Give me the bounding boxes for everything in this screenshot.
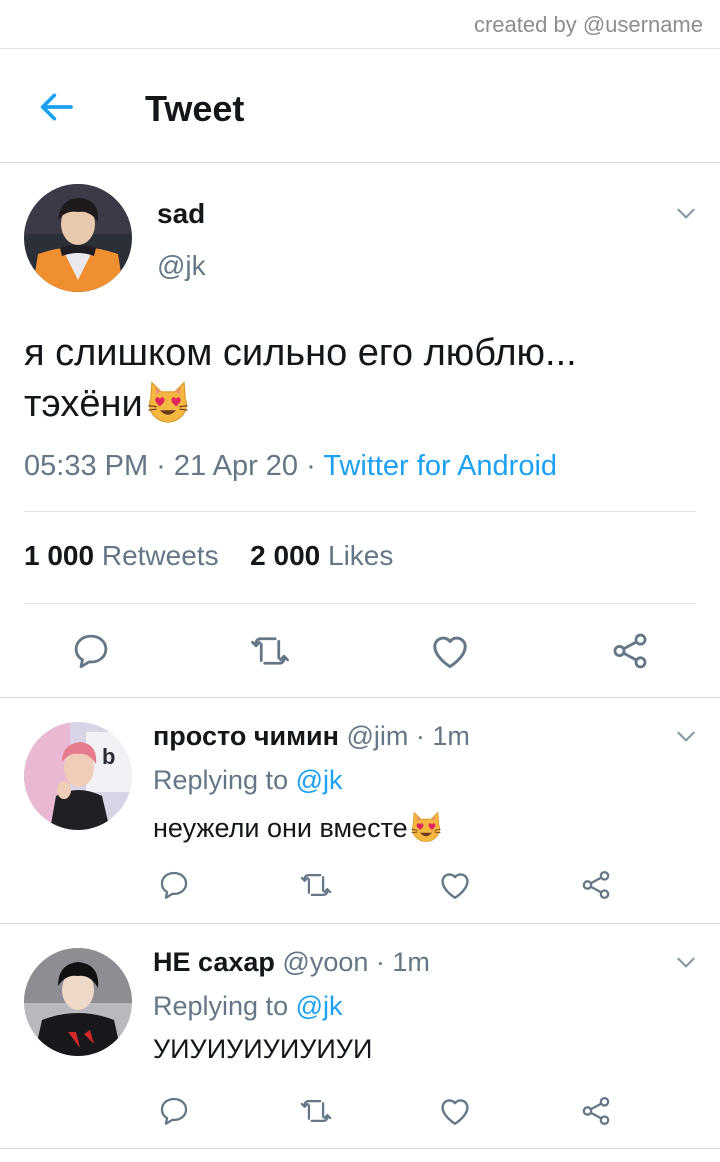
top-divider [0,48,720,49]
like-heart-icon[interactable] [428,629,472,673]
svg-text:b: b [102,744,115,769]
smiling-cat-heart-eyes-icon [408,809,444,843]
reply-header: НЕ сахар @yoon · 1m [153,947,430,978]
retweets-label[interactable]: Retweets [102,540,219,571]
header-divider [0,162,720,163]
share-icon[interactable] [578,1094,614,1128]
tweet-stats: 1 000 Retweets 2 000 Likes [24,540,393,572]
reply-author-name[interactable]: просто чимин [153,721,339,751]
avatar[interactable] [24,948,132,1056]
author-handle[interactable]: @jk [157,250,206,282]
replying-prefix: Replying to [153,765,296,795]
smiling-cat-heart-eyes-icon [143,378,193,424]
reply-text: УИУИУИУИУИУИ [153,1034,373,1064]
avatar[interactable]: b [24,722,132,830]
retweets-count[interactable]: 1 000 [24,540,94,571]
page-title: Tweet [145,88,245,129]
retweet-icon[interactable] [298,868,334,902]
replying-to: Replying to @jk [153,765,343,796]
like-heart-icon[interactable] [437,867,473,903]
likes-count[interactable]: 2 000 [250,540,320,571]
divider [24,603,696,604]
tweet-time: 05:33 PM · 21 Apr 20 · [24,450,324,482]
tweet-source-link[interactable]: Twitter for Android [323,450,557,482]
reply-time: · 1m [408,721,470,751]
replying-handle-link[interactable]: @jk [296,991,343,1021]
chevron-down-icon[interactable] [673,723,699,749]
retweet-icon[interactable] [248,630,292,672]
retweet-icon[interactable] [298,1094,334,1128]
reply-icon[interactable] [70,630,112,672]
reply-icon[interactable] [157,1094,191,1128]
replying-prefix: Replying to [153,991,296,1021]
author-name[interactable]: sad [157,198,205,230]
tweet-text: я слишком сильно его люблю... тэхёни [24,328,704,429]
reply-author-name[interactable]: НЕ сахар [153,947,275,977]
divider [0,1148,720,1149]
back-arrow-icon[interactable] [36,87,76,127]
avatar[interactable] [24,184,132,292]
replying-handle-link[interactable]: @jk [296,765,343,795]
reply-text-content: неужели они вместе [153,813,408,843]
share-icon[interactable] [578,868,614,902]
tweet-text-line2: тэхёни [24,378,704,429]
credit-label: created by @username [473,12,703,37]
reply-time: · 1m [368,947,430,977]
reply-text: неужели они вместе [153,809,444,844]
divider [24,511,696,512]
app-header: Tweet [0,50,720,162]
chevron-down-icon[interactable] [673,949,699,975]
reply-icon[interactable] [157,868,191,902]
chevron-down-icon[interactable] [673,200,699,226]
like-heart-icon[interactable] [437,1093,473,1129]
reply-author-handle[interactable]: @jim [346,721,408,751]
reply-header: просто чимин @jim · 1m [153,721,470,752]
share-icon[interactable] [608,630,652,672]
divider [0,697,720,698]
tweet-text-line2-text: тэхёни [24,383,143,425]
reply-author-handle[interactable]: @yoon [282,947,368,977]
tweet-text-line1: я слишком сильно его люблю... [24,332,577,374]
divider [0,923,720,924]
tweet-meta: 05:33 PM · 21 Apr 20 · Twitter for Andro… [24,450,557,483]
likes-label[interactable]: Likes [328,540,393,571]
replying-to: Replying to @jk [153,991,343,1022]
